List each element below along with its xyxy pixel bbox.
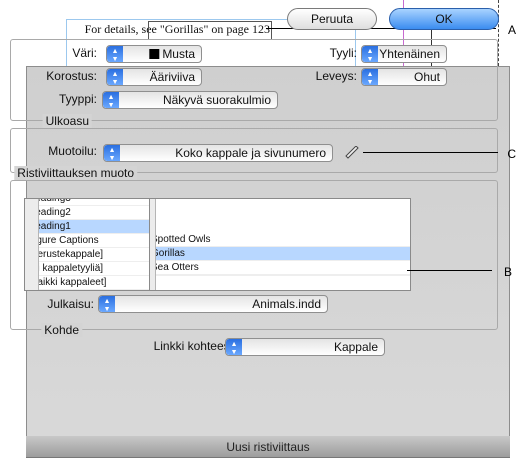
highlight-select[interactable]: Ääriviiva ▲ ▼ [106,68,202,86]
list-item[interactable]: Spotted Owls [148,233,410,247]
cancel-button[interactable]: Peruuta [287,8,377,30]
chevron-updown-icon: ▲ ▼ [99,296,115,312]
callout-label-b: B [503,265,512,279]
dialog-title: Uusi ristiviittaus [26,436,510,458]
color-value-text: Musta [162,47,195,61]
chevron-updown-icon: ▲ ▼ [107,46,123,62]
paragraph-style-list[interactable]: [Kaikki kappaleet] [Ei kappaletyyliä] [P… [24,198,150,291]
chevron-updown-icon: ▲ ▼ [362,69,378,85]
color-swatch [149,49,160,59]
list-item[interactable]: [Ei kappaletyyliä] [25,262,149,276]
format-value: Koko kappale ja sivunumero [175,146,326,160]
chevron-updown-icon: ▲ ▼ [103,92,119,108]
chevron-updown-icon: ▲ ▼ [107,69,123,85]
chevron-updown-icon: ▲ ▼ [226,339,242,355]
callout-label-c: C [507,147,516,161]
color-select[interactable]: Musta ▲ ▼ [106,45,202,63]
width-label: Leveys: [315,69,357,83]
list-item-selected[interactable]: Heading1 [25,220,149,234]
appearance-group-title: Ulkoasu [42,114,92,128]
highlight-label: Korostus: [46,69,97,83]
list-item[interactable]: Figure Captions [25,234,149,248]
pencil-icon[interactable] [344,145,360,162]
link-to-select[interactable]: Kappale ▲ ▼ [225,338,385,356]
cross-reference-format-title: Ristiviittauksen muoto [14,166,137,180]
width-value: Ohut [413,70,440,84]
list-item[interactable]: [Perustekappale] [25,248,149,262]
destination-group-title: Kohde [41,323,82,337]
style-select[interactable]: Yhtenäinen ▲ ▼ [361,45,447,63]
style-label: Tyyli: [329,46,357,60]
list-item[interactable]: [Kaikki kappaleet] [25,276,149,290]
paragraph-list[interactable]: Sea Otters Gorillas Spotted Owls [147,198,411,291]
list-item[interactable]: Heading2 [25,206,149,220]
chevron-updown-icon: ▲ ▼ [362,46,378,62]
cross-reference-hyperlink-box[interactable] [148,21,272,40]
callout-label-a: A [507,23,516,37]
callout-line-c [363,152,498,153]
format-select[interactable]: Koko kappale ja sivunumero ▲ ▼ [103,144,333,162]
highlight-value: Ääriviiva [149,70,195,84]
document-label: Julkaisu: [47,297,94,311]
document-select[interactable]: Animals.indd ▲ ▼ [98,295,328,313]
width-select[interactable]: Ohut ▲ ▼ [361,68,447,86]
document-value: Animals.indd [252,297,321,311]
color-label: Väri: [72,46,97,60]
format-label: Muotoilu: [48,144,97,158]
type-value: Näkyvä suorakulmio [162,93,271,107]
page-edge-left [498,0,499,66]
list-item[interactable]: Sea Otters [148,261,410,275]
screenshot-scene: For details, see "Gorillas" on page 123 … [0,0,522,458]
link-to-value: Kappale [333,340,378,354]
chevron-updown-icon: ▲ ▼ [104,145,120,161]
ok-button[interactable]: OK [389,8,499,30]
paragraph-style-list-scrollbar[interactable] [25,198,39,290]
list-item-selected[interactable]: Gorillas [148,247,410,261]
callout-line-b [407,270,492,271]
color-value: Musta [149,46,195,62]
type-label: Tyyppi: [58,92,97,106]
list-item[interactable]: Heading3 [25,198,149,206]
style-value: Yhtenäinen [379,47,440,61]
type-select[interactable]: Näkyvä suorakulmio ▲ ▼ [102,91,278,109]
